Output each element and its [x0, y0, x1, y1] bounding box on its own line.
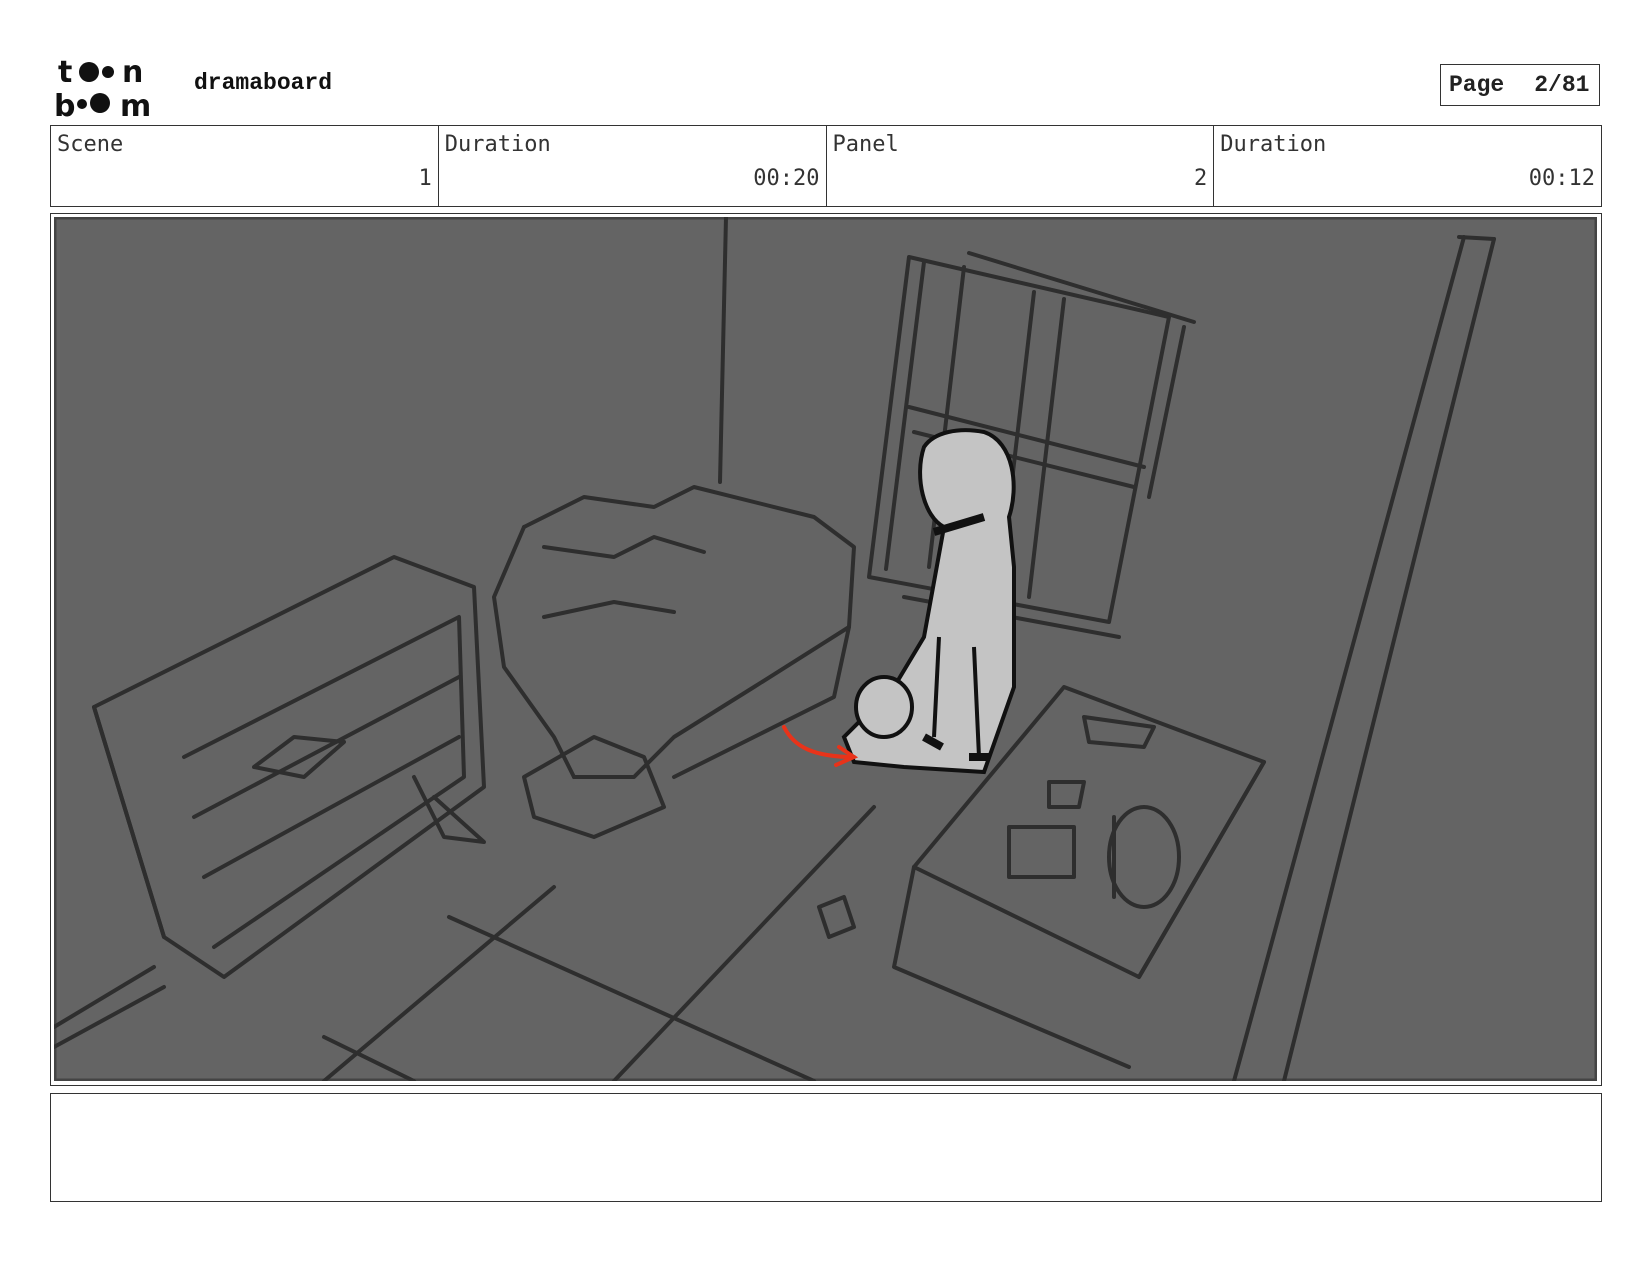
- panel-cell: Panel 2: [827, 126, 1215, 206]
- svg-text:t: t: [58, 55, 72, 90]
- page-indicator: Page 2/81: [1440, 64, 1600, 106]
- scene-label: Scene: [57, 132, 124, 157]
- app-name: dramaboard: [194, 70, 333, 96]
- panel-duration-cell: Duration 00:12: [1214, 126, 1601, 206]
- panel-duration-value: 00:12: [1528, 166, 1595, 191]
- storyboard-panel[interactable]: [50, 213, 1602, 1086]
- page-label: Page: [1449, 72, 1505, 98]
- scene-info-row: Scene 1 Duration 00:20 Panel 2 Duration …: [50, 125, 1602, 207]
- svg-text:n: n: [122, 55, 143, 90]
- panel-label: Panel: [832, 132, 899, 157]
- svg-text:m: m: [120, 89, 151, 118]
- page-number: 2/81: [1534, 72, 1590, 98]
- panel-duration-label: Duration: [1220, 132, 1327, 157]
- svg-text:b: b: [54, 89, 75, 118]
- panel-sketch-image: [54, 217, 1597, 1081]
- panel-value: 2: [1194, 166, 1208, 191]
- scene-duration-cell: Duration 00:20: [439, 126, 827, 206]
- scene-cell: Scene 1: [51, 126, 439, 206]
- toon-boom-logo: t n b m: [54, 55, 151, 118]
- scene-value: 1: [418, 166, 432, 191]
- scene-duration-value: 00:20: [753, 166, 820, 191]
- panel-notes-box[interactable]: [50, 1093, 1602, 1202]
- scene-duration-label: Duration: [444, 132, 551, 157]
